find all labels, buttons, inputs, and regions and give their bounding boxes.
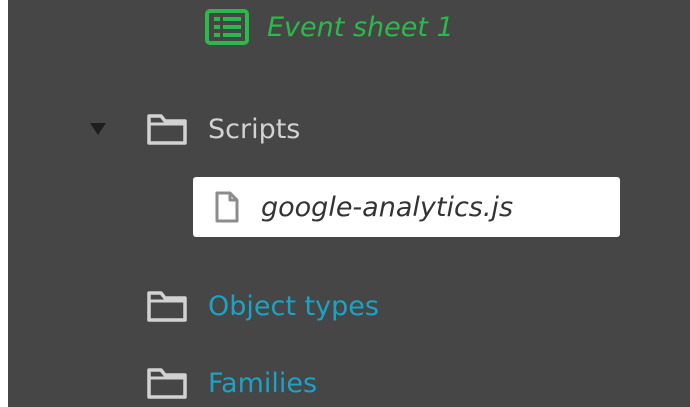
file-icon: [214, 190, 240, 224]
project-bar-panel: Event sheet 1 Scripts google-analytics.j…: [0, 0, 690, 407]
tree-folder-families[interactable]: Families: [146, 360, 317, 406]
tree-item-label: google-analytics.js: [261, 191, 514, 223]
tree-item-script-file[interactable]: google-analytics.js: [193, 177, 620, 237]
tree-item-label: Object types: [208, 290, 379, 322]
tree-item-event-sheet[interactable]: Event sheet 1: [204, 4, 454, 50]
tree-item-label: Event sheet 1: [267, 11, 454, 43]
triangle-down-icon[interactable]: [88, 119, 108, 139]
folder-icon: [146, 366, 188, 400]
tree-item-label: Scripts: [208, 113, 301, 145]
event-sheet-icon: [204, 8, 250, 46]
folder-icon: [146, 289, 188, 323]
tree-item-label: Families: [208, 367, 318, 399]
tree-folder-scripts[interactable]: Scripts: [88, 106, 300, 152]
folder-icon: [146, 112, 188, 146]
tree-folder-object-types[interactable]: Object types: [146, 283, 379, 329]
